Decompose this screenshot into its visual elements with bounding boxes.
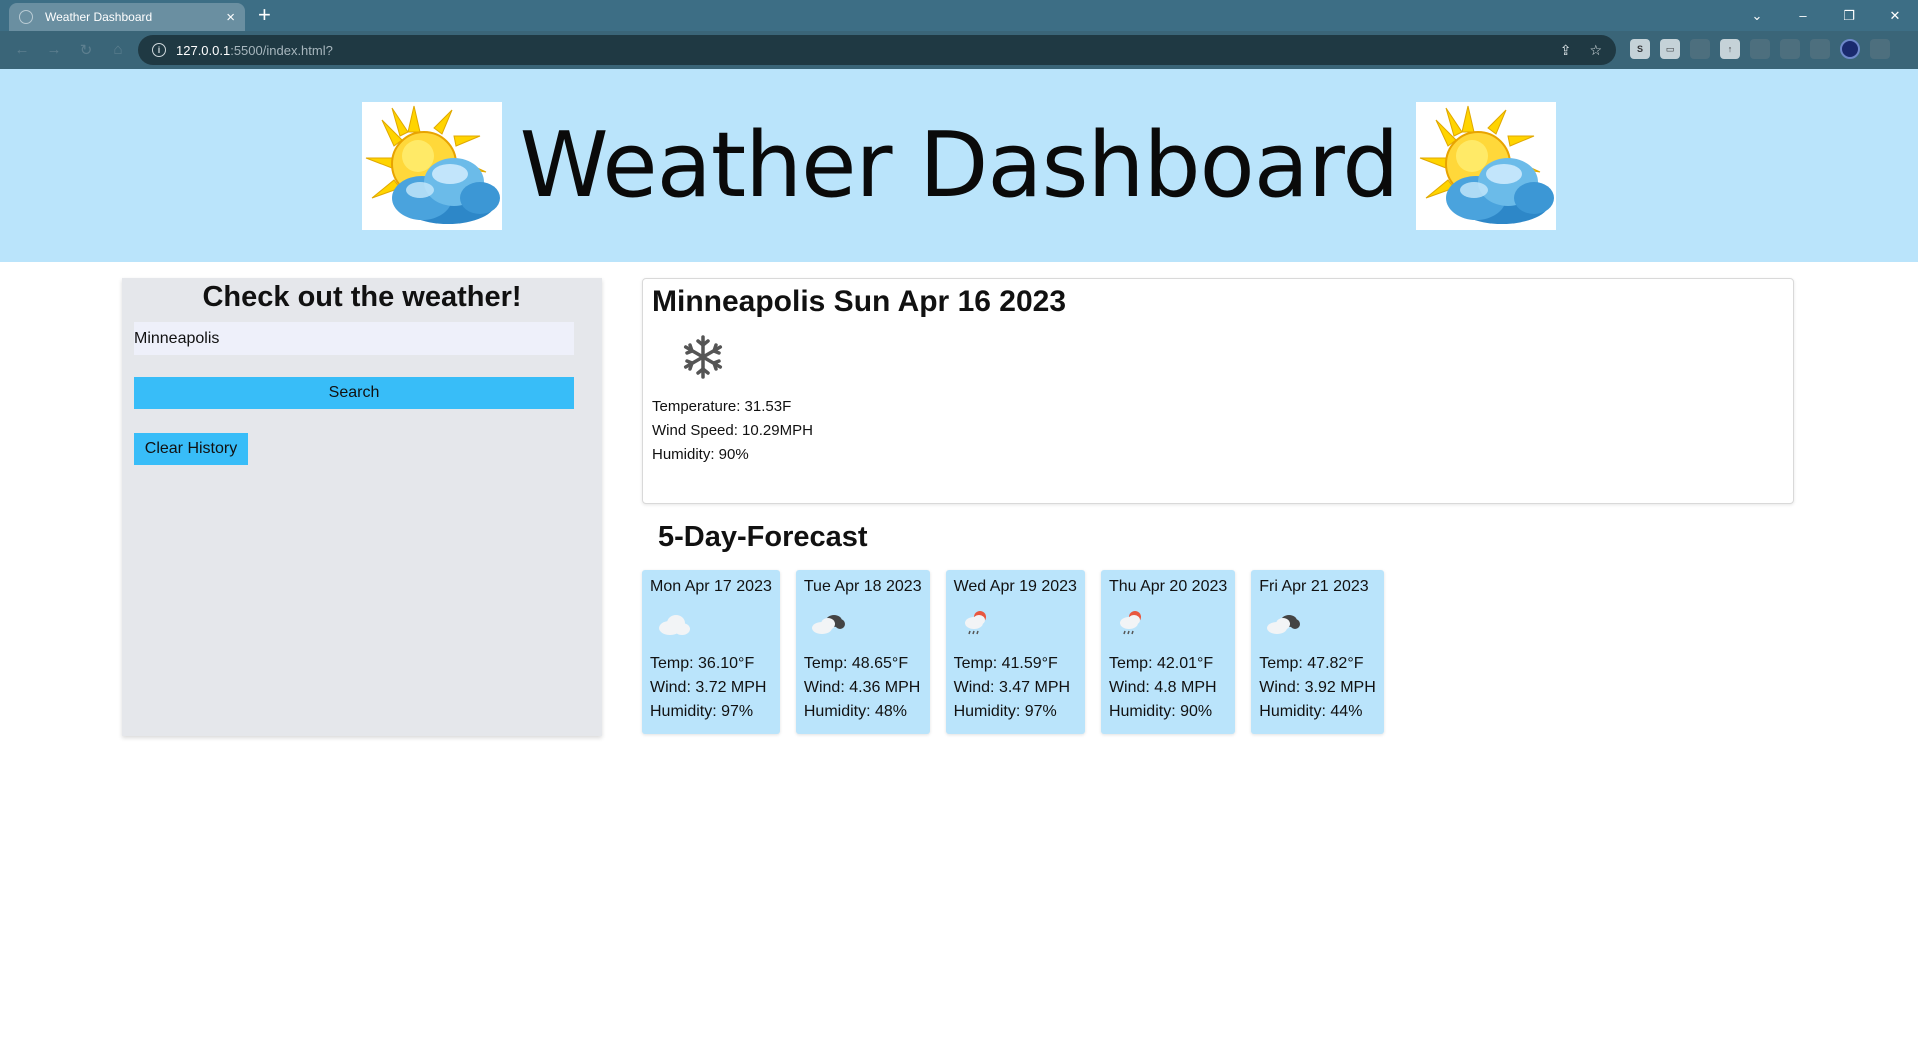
menu-kebab-icon[interactable]	[1870, 39, 1890, 59]
forecast-temp: Temp: 48.65°F	[803, 655, 909, 672]
close-tab-icon[interactable]: ×	[226, 10, 235, 25]
profile-avatar-icon[interactable]	[1840, 39, 1860, 59]
page: Weather Dashboard Check out the weather!…	[0, 69, 1918, 1040]
forecast-heading: 5-Day-Forecast	[658, 521, 868, 553]
snowflake-icon	[679, 333, 727, 381]
globe-icon	[19, 10, 33, 24]
forecast-temp: Temp: 47.82°F	[1259, 655, 1364, 672]
forecast-temp: Temp: 36.10°F	[650, 655, 755, 672]
page-title: Weather Dashboard	[519, 113, 1400, 218]
search-button[interactable]: Search	[134, 377, 574, 409]
sun-cloud-icon	[361, 101, 502, 230]
browser-toolbar: ← → ↻ ⌂ i 127.0.0.1:5500/index.html? ⇪ ☆…	[0, 31, 1918, 69]
forecast-date: Wed Apr 19 2023	[953, 578, 1077, 595]
current-humidity: Humidity: 90%	[652, 446, 749, 463]
broken-clouds-icon	[1265, 608, 1301, 638]
url-host: 127.0.0.1	[176, 42, 231, 58]
browser-tab[interactable]: Weather Dashboard ×	[9, 3, 245, 31]
tab-title: Weather Dashboard	[45, 10, 153, 24]
forecast-date: Fri Apr 21 2023	[1259, 578, 1369, 595]
forecast-date: Thu Apr 20 2023	[1108, 578, 1228, 595]
forecast-card: Tue Apr 18 2023 Temp: 48.65°F Wind: 4.36…	[795, 570, 930, 734]
forecast-humidity: Humidity: 48%	[803, 703, 908, 720]
window-controls: ⌄ – ❐ ✕	[1734, 0, 1918, 31]
rain-icon	[960, 608, 996, 638]
forecast-date: Mon Apr 17 2023	[650, 578, 772, 595]
city-search-input[interactable]	[134, 322, 574, 355]
forecast-wind: Wind: 4.36 MPH	[803, 679, 921, 696]
nav-buttons: ← → ↻ ⌂	[6, 41, 134, 59]
forecast-cards: Mon Apr 17 2023 Temp: 36.10°F Wind: 3.72…	[642, 570, 1384, 734]
clear-history-button[interactable]: Clear History	[134, 433, 248, 465]
cloud-icon	[656, 608, 692, 638]
forecast-wind: Wind: 3.72 MPH	[650, 679, 767, 696]
forecast-card: Fri Apr 21 2023 Temp: 47.82°F Wind: 3.92…	[1251, 570, 1384, 734]
browser-chrome: Weather Dashboard × + ⌄ – ❐ ✕ ← → ↻ ⌂ i …	[0, 0, 1918, 69]
forecast-humidity: Humidity: 90%	[1108, 703, 1213, 720]
forecast-wind: Wind: 3.47 MPH	[953, 679, 1071, 696]
extension-puzzle-icon[interactable]	[1750, 39, 1770, 59]
sidepanel-icon[interactable]	[1810, 39, 1830, 59]
forecast-humidity: Humidity: 97%	[650, 703, 754, 720]
url-path: :5500/index.html?	[230, 42, 333, 58]
forecast-humidity: Humidity: 44%	[1259, 703, 1363, 720]
forecast-date: Tue Apr 18 2023	[803, 578, 922, 595]
search-panel-heading: Check out the weather!	[202, 281, 522, 313]
forecast-card: Wed Apr 19 2023 Temp: 41.59°F Wind: 3.47…	[945, 570, 1085, 734]
extension-s-icon[interactable]: S	[1630, 39, 1650, 59]
extension-ub-icon[interactable]	[1690, 39, 1710, 59]
forecast-temp: Temp: 42.01°F	[1108, 655, 1214, 672]
current-wind-speed: Wind Speed: 10.29MPH	[652, 422, 813, 439]
forecast-card: Thu Apr 20 2023 Temp: 42.01°F Wind: 4.8 …	[1100, 570, 1236, 734]
extension-screen-icon[interactable]: ▭	[1660, 39, 1680, 59]
address-bar-actions: ⇪ ☆	[1560, 42, 1602, 59]
forward-arrow-icon[interactable]: →	[38, 41, 70, 59]
header-banner: Weather Dashboard	[0, 69, 1918, 262]
bookmark-star-icon[interactable]: ☆	[1589, 42, 1602, 59]
broken-clouds-icon	[810, 608, 846, 638]
extension-arrow-icon[interactable]: ↑	[1720, 39, 1740, 59]
close-window-button[interactable]: ✕	[1872, 0, 1918, 31]
reload-icon[interactable]: ↻	[70, 41, 102, 59]
extension-list-icon[interactable]	[1780, 39, 1800, 59]
minimize-button[interactable]: –	[1780, 0, 1826, 31]
info-icon[interactable]: i	[152, 43, 166, 57]
sun-cloud-icon	[1416, 101, 1557, 230]
forecast-humidity: Humidity: 97%	[953, 703, 1057, 720]
restore-button[interactable]: ❐	[1826, 0, 1872, 31]
current-temperature: Temperature: 31.53F	[652, 398, 792, 415]
rain-icon	[1115, 608, 1151, 638]
share-icon[interactable]: ⇪	[1560, 42, 1572, 59]
tab-strip: Weather Dashboard × + ⌄ – ❐ ✕	[0, 0, 1918, 31]
forecast-card: Mon Apr 17 2023 Temp: 36.10°F Wind: 3.72…	[642, 570, 780, 734]
tab-search-icon[interactable]: ⌄	[1734, 0, 1780, 31]
home-icon[interactable]: ⌂	[102, 41, 134, 59]
current-weather-card: Minneapolis Sun Apr 16 2023 Temperature:…	[642, 278, 1794, 504]
back-arrow-icon[interactable]: ←	[6, 41, 38, 59]
forecast-temp: Temp: 41.59°F	[953, 655, 1058, 672]
new-tab-button[interactable]: +	[258, 2, 271, 28]
extensions-bar: S ▭ ↑	[1630, 39, 1890, 59]
forecast-wind: Wind: 4.8 MPH	[1108, 679, 1217, 696]
search-panel: Check out the weather! Search Clear Hist…	[122, 278, 602, 736]
address-bar[interactable]: i 127.0.0.1:5500/index.html? ⇪ ☆	[138, 35, 1616, 65]
current-weather-title: Minneapolis Sun Apr 16 2023	[652, 285, 1067, 318]
forecast-wind: Wind: 3.92 MPH	[1259, 679, 1376, 696]
